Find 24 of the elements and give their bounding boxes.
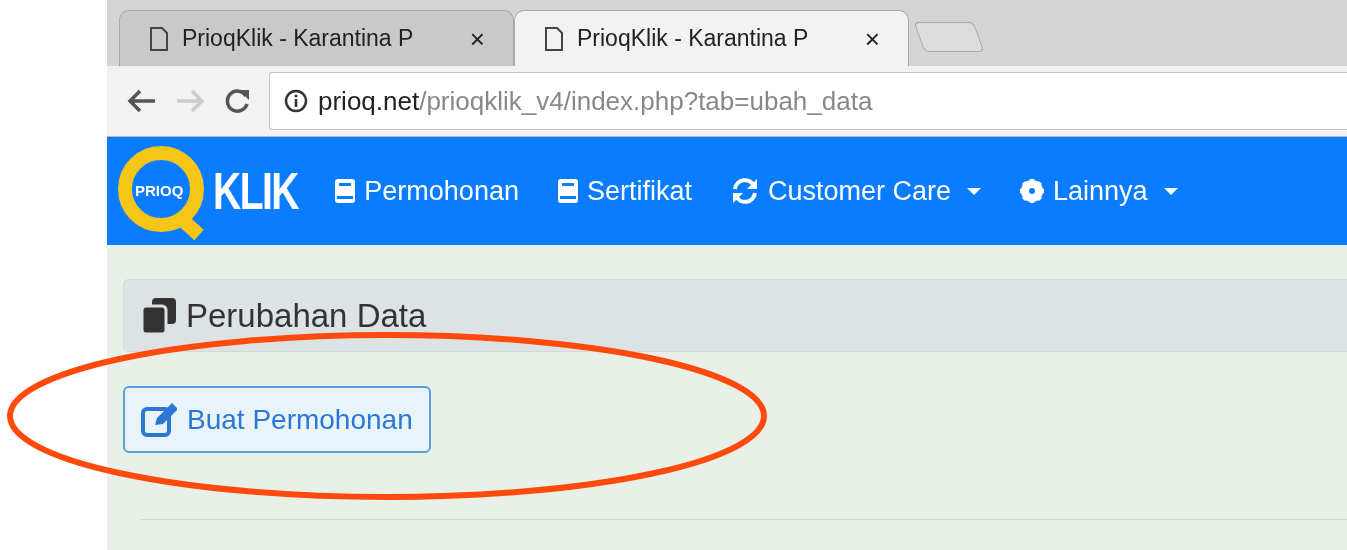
back-icon[interactable] [127,88,157,114]
address-bar[interactable]: prioq.net/prioqklik_v4/index.php?tab=ubah_data [269,72,1347,130]
browser-tab[interactable]: PrioqKlik - Karantina P × [119,10,514,66]
create-request-button[interactable]: Buat Permohonan [123,386,431,453]
sync-icon [730,177,760,205]
gear-icon [1019,178,1046,204]
close-icon[interactable]: × [469,25,485,52]
close-icon[interactable]: × [864,25,880,52]
nav-link[interactable]: Customer Care [730,170,982,212]
nav-link[interactable]: Permohonan [334,170,519,212]
book-icon [334,178,357,204]
logo[interactable]: PRIOQ KLIK [117,143,297,239]
page-icon [545,26,563,51]
nav-link[interactable]: Lainnya [1019,170,1178,212]
nav-link[interactable]: Sertifikat [556,170,692,212]
info-icon [284,89,308,113]
page-title: Perubahan Data [186,295,427,336]
url-text: prioq.net/prioqklik_v4/index.php?tab=ubah_data [318,84,873,118]
book-icon [556,178,579,204]
reload-icon[interactable] [223,87,251,115]
edit-icon [141,402,177,437]
copy-icon [140,297,178,334]
browser-tab[interactable]: PrioqKlik - Karantina P × [514,10,909,66]
page-icon [150,26,168,51]
